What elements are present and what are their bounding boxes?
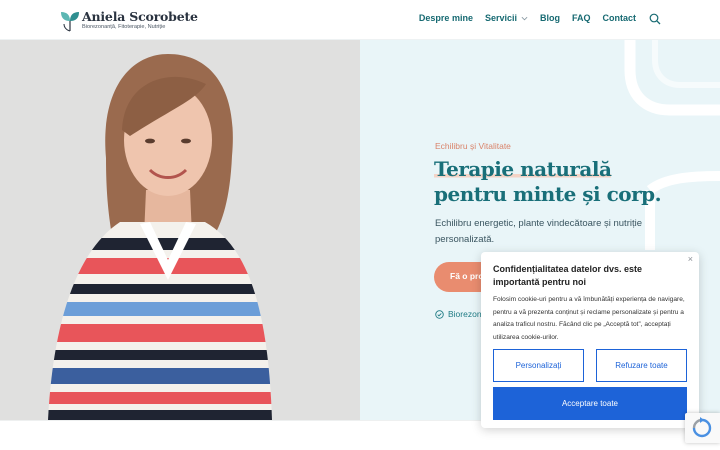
cookie-secondary-actions: Personalizați Refuzare toate <box>493 349 687 382</box>
leaf-logo-icon <box>61 12 79 32</box>
nav-faq[interactable]: FAQ <box>572 13 591 23</box>
accept-all-button[interactable]: Acceptare toate <box>493 387 687 420</box>
nav-despre-mine[interactable]: Despre mine <box>419 13 473 23</box>
chevron-down-icon <box>521 16 528 20</box>
logo-tagline: Biorezonanță, Fitoterapie, Nutriție <box>82 24 166 31</box>
nav-blog[interactable]: Blog <box>540 13 560 23</box>
cookie-title: Confidențialitatea datelor dvs. este imp… <box>493 264 643 287</box>
hero-badge: Biorezona <box>435 309 486 319</box>
headline-line-2: pentru minte și corp. <box>434 182 662 206</box>
hero-portrait-photo <box>0 40 360 420</box>
hero-eyebrow: Echilibru și Vitalitate <box>435 141 511 151</box>
customize-button[interactable]: Personalizați <box>493 349 584 382</box>
nav-servicii[interactable]: Servicii <box>485 13 528 23</box>
hero-description: Echilibru energetic, plante vindecătoare… <box>435 218 643 245</box>
cookie-consent-dialog: × Confidențialitatea datelor dvs. este i… <box>481 252 699 428</box>
nav-servicii-label: Servicii <box>484 13 517 23</box>
headline-line-1: Terapie naturală <box>434 157 612 181</box>
close-icon[interactable]: × <box>688 254 693 264</box>
check-circle-icon <box>435 309 444 319</box>
reject-all-button[interactable]: Refuzare toate <box>596 349 687 382</box>
portrait-illustration <box>0 40 360 420</box>
site-header: Aniela Scorobete Biorezonanță, Fitoterap… <box>0 0 720 40</box>
nav-contact[interactable]: Contact <box>603 13 637 23</box>
site-logo[interactable]: Aniela Scorobete Biorezonanță, Fitoterap… <box>60 8 198 34</box>
recaptcha-badge[interactable] <box>685 413 720 443</box>
hero-headline: Terapie naturală pentru minte și corp. <box>434 157 662 207</box>
search-icon[interactable] <box>649 13 661 25</box>
main-nav: Despre mine Servicii Blog FAQ Contact <box>407 13 636 23</box>
recaptcha-icon <box>692 417 712 438</box>
logo-name: Aniela Scorobete <box>82 8 198 24</box>
cookie-body: Folosim cookie-uri pentru a vă îmbunătăț… <box>493 296 685 341</box>
